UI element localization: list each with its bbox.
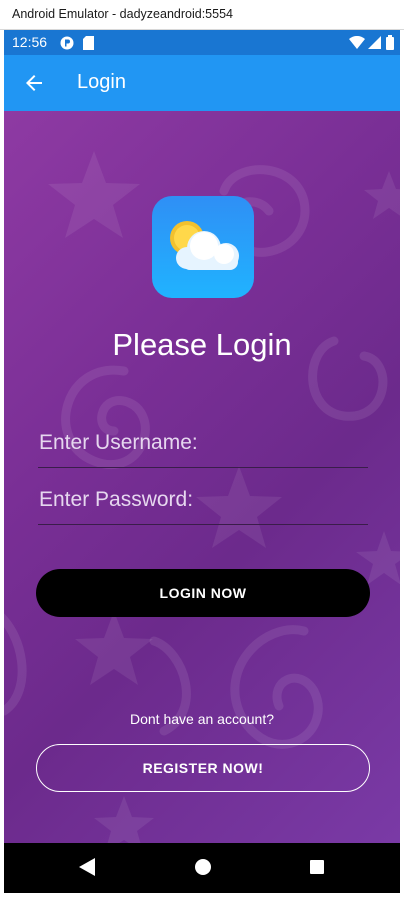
username-placeholder: Enter Username: bbox=[39, 431, 198, 454]
password-field[interactable]: Enter Password: bbox=[38, 488, 368, 525]
weather-sun-cloud-icon bbox=[170, 221, 239, 270]
app-bar-title: Login bbox=[77, 71, 126, 93]
username-field[interactable]: Enter Username: bbox=[38, 431, 368, 468]
password-placeholder: Enter Password: bbox=[39, 488, 194, 511]
login-screen: Please Login Enter Username: Enter Passw… bbox=[4, 111, 400, 843]
login-button[interactable]: LOGIN NOW bbox=[36, 569, 370, 617]
signal-icon bbox=[368, 36, 381, 49]
wifi-icon bbox=[349, 36, 365, 49]
nav-home-icon[interactable] bbox=[195, 859, 211, 875]
notification-app-icon bbox=[60, 36, 74, 50]
nav-back-icon[interactable] bbox=[79, 858, 95, 876]
back-arrow-icon[interactable] bbox=[22, 71, 46, 95]
app-bar: Login bbox=[4, 55, 400, 111]
no-account-text: Dont have an account? bbox=[130, 711, 274, 727]
status-bar: 12:56 bbox=[4, 30, 400, 55]
weather-app-logo bbox=[152, 196, 254, 298]
sd-card-icon bbox=[83, 36, 94, 50]
nav-recents-icon[interactable] bbox=[310, 860, 324, 874]
register-button[interactable]: REGISTER NOW! bbox=[36, 744, 370, 792]
status-time: 12:56 bbox=[12, 34, 48, 50]
emulator-title: Android Emulator - dadyzeandroid:5554 bbox=[12, 7, 233, 21]
emulator-title-bar: Android Emulator - dadyzeandroid:5554 bbox=[0, 0, 404, 30]
page-title: Please Login bbox=[112, 327, 292, 362]
navigation-bar bbox=[4, 843, 400, 893]
battery-icon bbox=[386, 35, 394, 50]
